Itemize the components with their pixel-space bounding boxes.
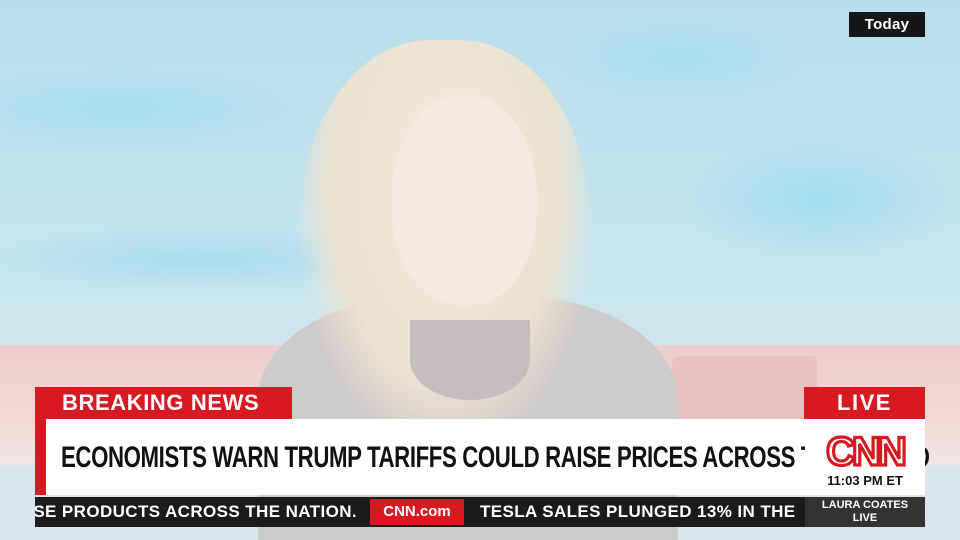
broadcast-clock: 11:03 PM ET: [827, 473, 903, 488]
headline-bar: ECONOMISTS WARN TRUMP TARIFFS COULD RAIS…: [35, 419, 930, 495]
ticker-text-right: TESLA SALES PLUNGED 13% IN THE: [480, 502, 796, 521]
ticker-text-left: SE PRODUCTS ACROSS THE NATION.: [35, 497, 365, 527]
show-name-tag: LAURA COATES LIVE: [805, 497, 925, 527]
headline-text: ECONOMISTS WARN TRUMP TARIFFS COULD RAIS…: [61, 441, 930, 474]
cnn-logo: CNN: [825, 428, 910, 473]
cnn-dot-com-logo: CNN.com: [370, 499, 464, 525]
live-label: LIVE: [804, 387, 925, 419]
network-logo-box: CNN 11:03 PM ET: [805, 419, 925, 495]
show-name: LAURA COATES: [821, 499, 909, 511]
show-status: LIVE: [852, 512, 878, 524]
svg-text:CNN: CNN: [826, 430, 905, 473]
broadcast-frame: Today BREAKING NEWS ECONOMISTS WARN TRUM…: [0, 0, 960, 540]
today-tag: Today: [849, 12, 925, 37]
ticker-text-left-content: SE PRODUCTS ACROSS THE NATION.: [35, 502, 357, 521]
breaking-news-label: BREAKING NEWS: [35, 387, 292, 419]
news-ticker: SE PRODUCTS ACROSS THE NATION. CNN.com T…: [35, 497, 805, 527]
